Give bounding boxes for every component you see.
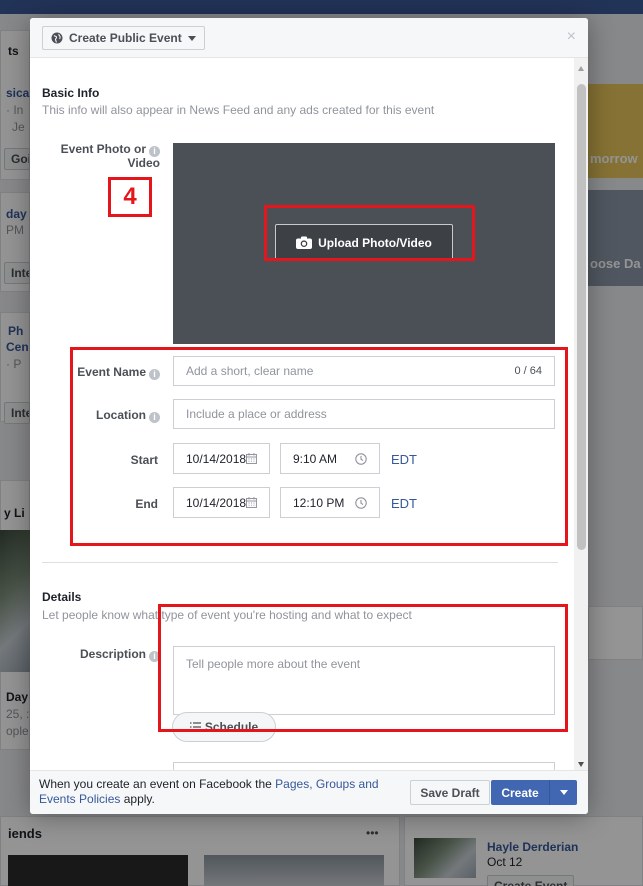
scroll-thumb[interactable] — [577, 84, 586, 550]
event-photo-label: Event Photo or i Video — [60, 142, 160, 170]
dialog-footer: When you create an event on Facebook the… — [30, 770, 588, 814]
details-title: Details — [42, 590, 82, 604]
basic-info-title: Basic Info — [42, 86, 100, 100]
chevron-down-icon — [559, 790, 568, 795]
close-icon[interactable]: × — [567, 28, 576, 46]
policy-note: When you create an event on Facebook the… — [39, 777, 379, 806]
create-options-dropdown[interactable] — [549, 780, 577, 805]
dialog-header: Create Public Event × — [30, 18, 588, 58]
next-field-partial[interactable] — [173, 762, 555, 770]
create-button[interactable]: Create — [491, 780, 549, 805]
scroll-down-icon[interactable] — [578, 762, 584, 767]
highlight-name-location-time — [70, 347, 568, 546]
event-type-dropdown[interactable]: Create Public Event — [42, 26, 205, 50]
globe-icon — [51, 32, 63, 44]
description-label: Description i — [44, 647, 160, 662]
chevron-down-icon — [187, 35, 196, 41]
highlight-upload-button — [264, 205, 475, 261]
save-draft-button[interactable]: Save Draft — [410, 780, 490, 805]
step-number-badge: 4 — [108, 177, 152, 217]
highlight-description — [158, 604, 568, 732]
scroll-up-icon[interactable] — [578, 66, 584, 71]
basic-info-subtitle: This info will also appear in News Feed … — [42, 103, 435, 117]
event-type-label: Create Public Event — [69, 31, 182, 45]
dialog-scrollbar[interactable] — [574, 58, 588, 770]
section-divider — [42, 562, 558, 563]
